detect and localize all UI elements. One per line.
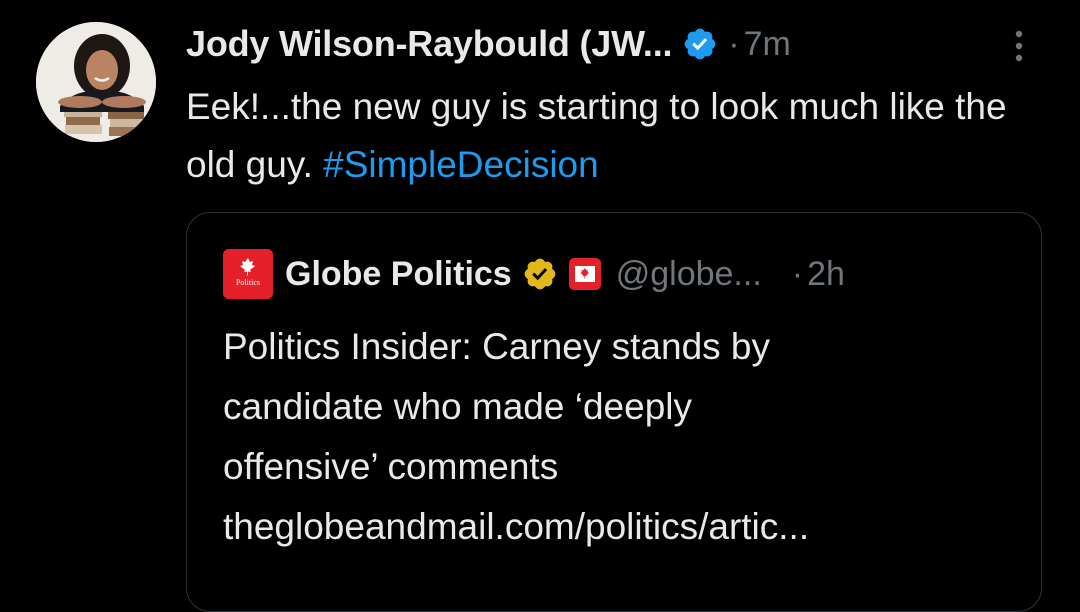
canada-flag-icon — [568, 257, 602, 291]
profile-photo — [36, 22, 156, 142]
blue-check-icon[interactable] — [682, 26, 718, 62]
quote-link[interactable]: theglobeandmail.com/politics/artic... — [223, 497, 1023, 557]
quote-text-line: candidate who made ‘deeply — [223, 386, 692, 427]
gold-check-icon[interactable] — [522, 256, 558, 292]
more-vertical-icon[interactable] — [1004, 28, 1034, 64]
quote-separator: · — [791, 254, 804, 293]
quote-author-name[interactable]: Globe Politics — [285, 255, 512, 294]
tweet-header: Jody Wilson-Raybould (JW... · 7m — [186, 18, 791, 70]
quote-text-line: Politics Insider: Carney stands by — [223, 326, 771, 367]
tweet-timestamp[interactable]: 7m — [744, 25, 791, 64]
quote-text: Politics Insider: Carney stands by candi… — [223, 317, 1023, 557]
tweet-text: Eek!...the new guy is starting to look m… — [186, 78, 1056, 194]
header-separator: · — [728, 24, 740, 63]
quote-avatar[interactable]: Politics — [223, 249, 273, 299]
author-display-name[interactable]: Jody Wilson-Raybould (JW... — [186, 23, 672, 65]
quote-avatar-label: Politics — [236, 278, 260, 287]
quote-text-line: offensive’ comments — [223, 446, 559, 487]
tweet[interactable]: Jody Wilson-Raybould (JW... · 7m Eek!...… — [0, 0, 1080, 612]
quoted-tweet-card[interactable]: Politics Globe Politics @globe... · 2h P… — [186, 212, 1042, 612]
quote-header: Politics Globe Politics @globe... · 2h — [223, 249, 845, 299]
quote-handle[interactable]: @globe... — [616, 255, 762, 294]
quote-timestamp[interactable]: 2h — [807, 255, 845, 294]
author-avatar[interactable] — [36, 22, 156, 142]
hashtag-link[interactable]: #SimpleDecision — [323, 144, 599, 185]
